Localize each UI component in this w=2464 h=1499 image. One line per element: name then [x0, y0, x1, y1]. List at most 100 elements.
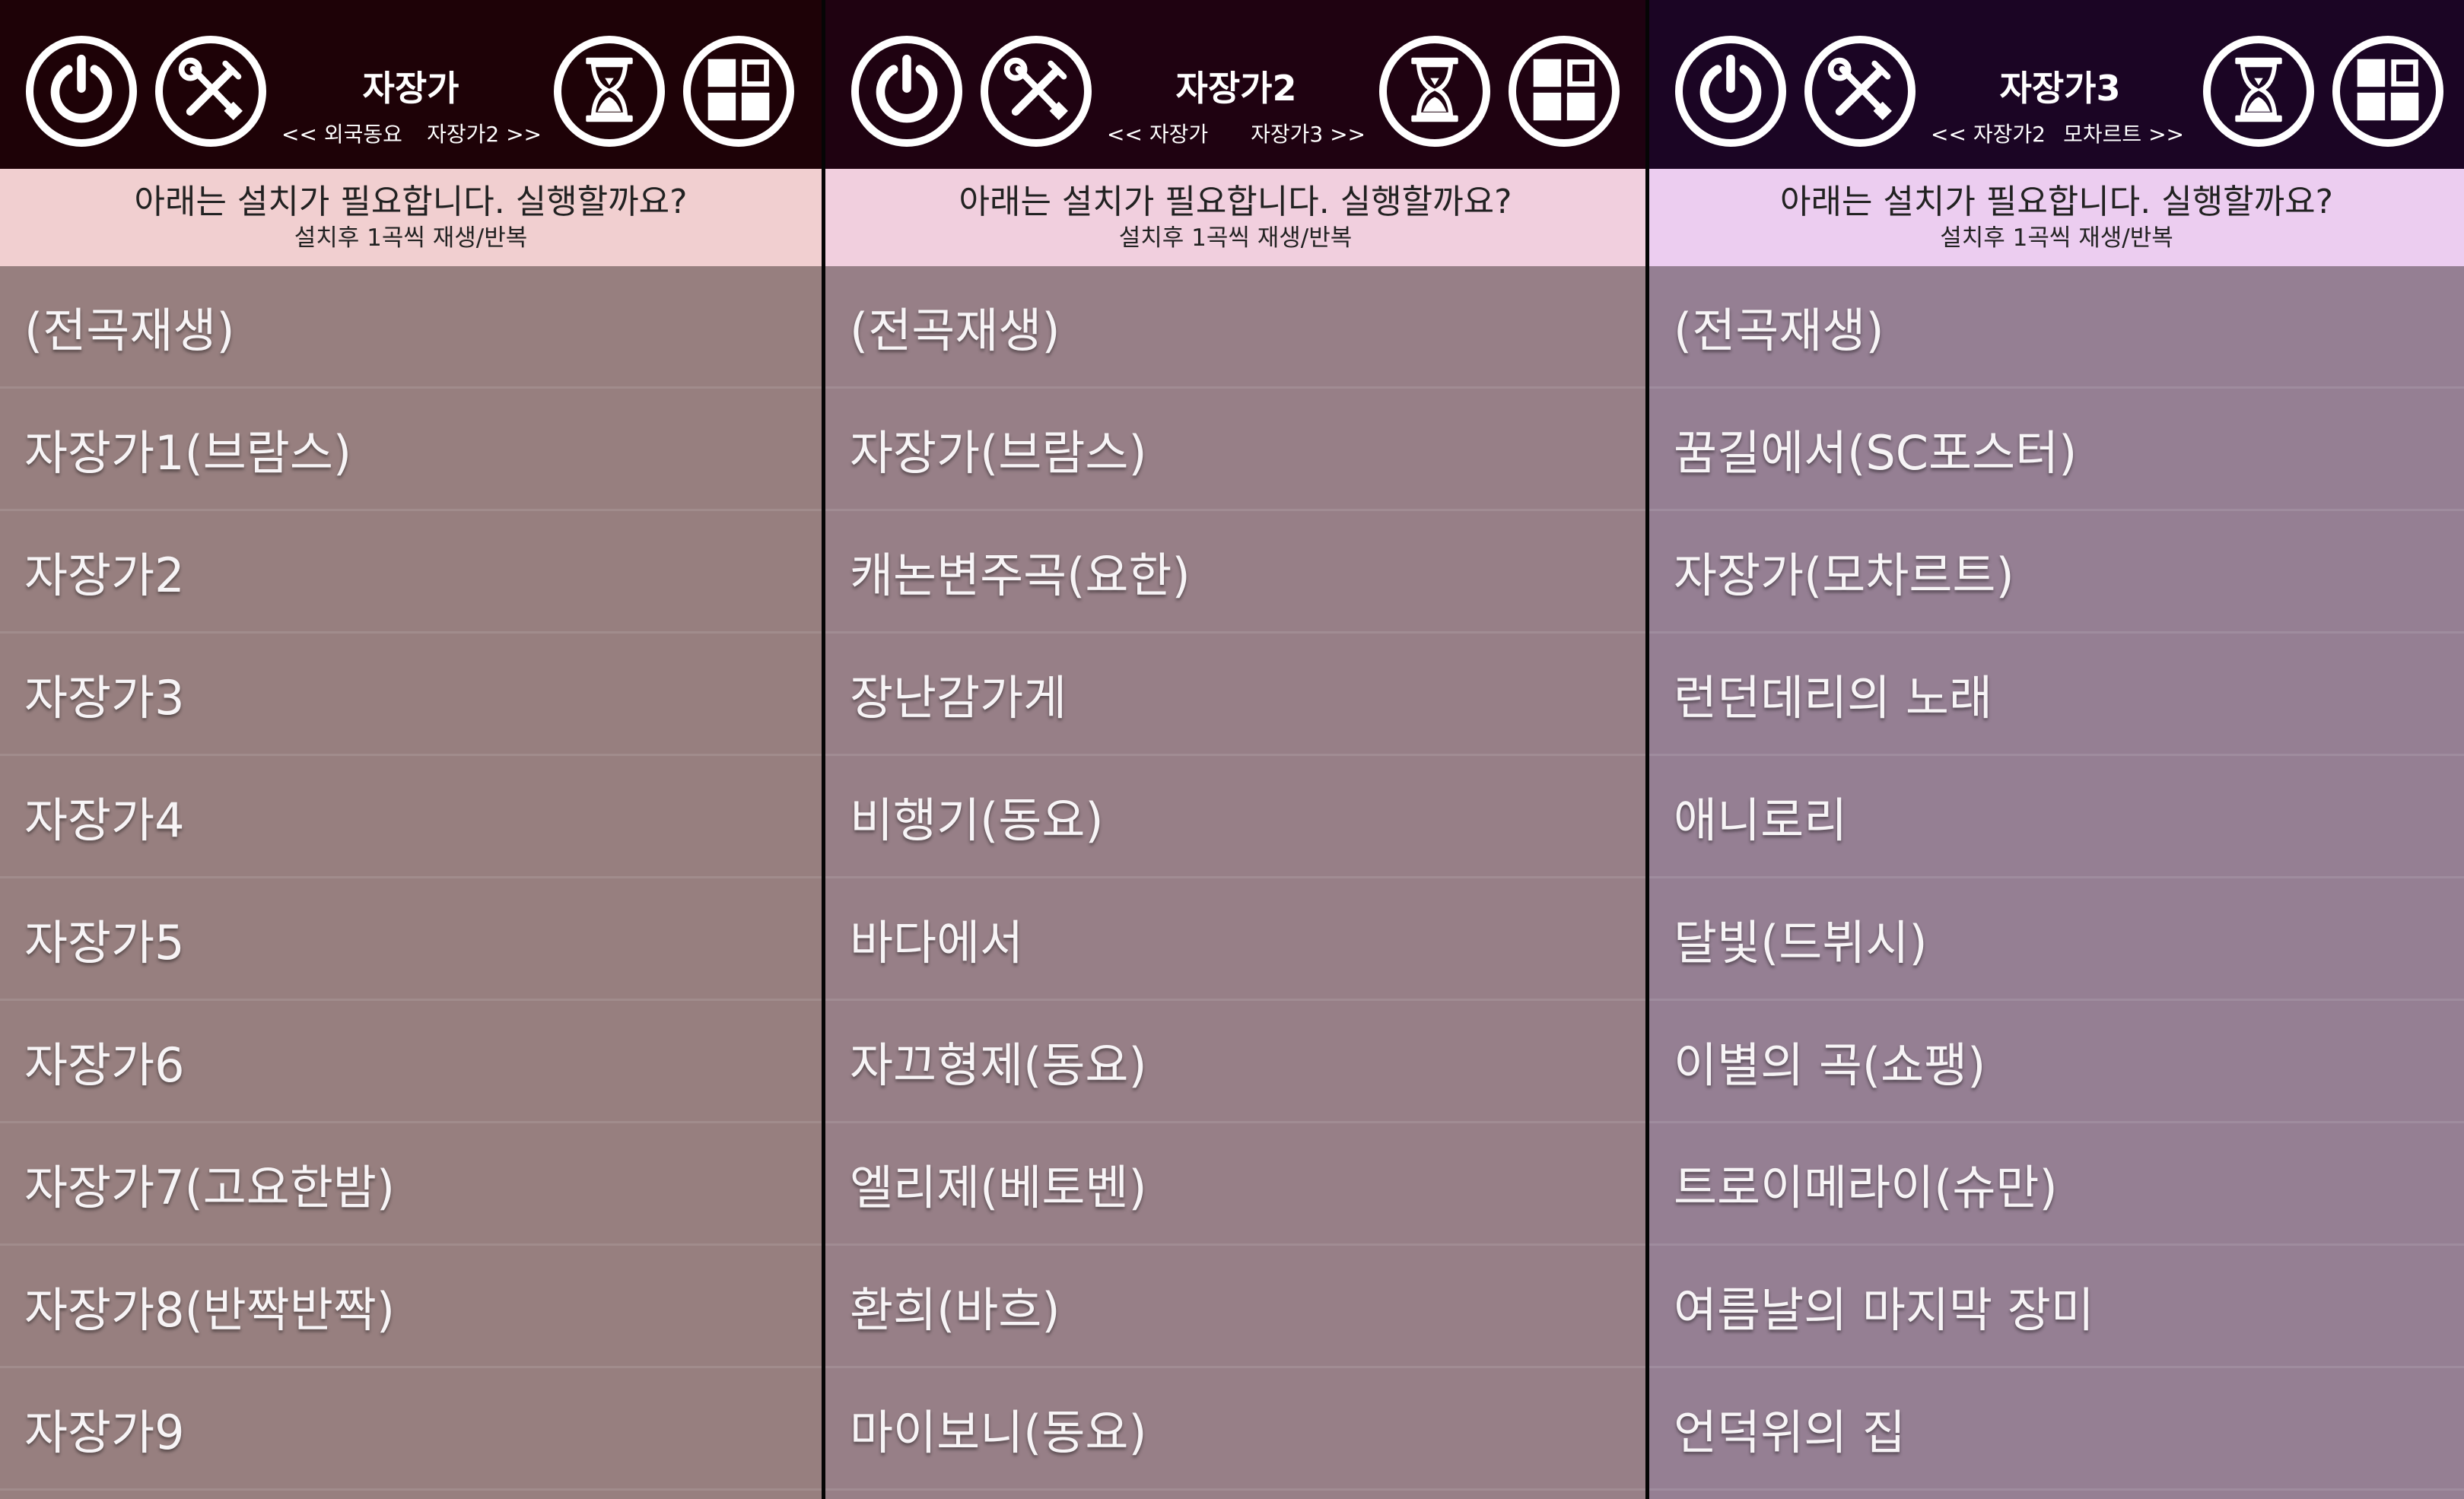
- page-title: 자장가: [362, 68, 459, 109]
- song-title: 언덕위의 집: [1674, 1405, 1906, 1460]
- tools-icon: [174, 53, 247, 129]
- song-list-item[interactable]: 자장가6: [0, 1001, 822, 1123]
- song-title: 엘리제(베토벤): [850, 1160, 1147, 1215]
- song-title: 자장가1(브람스): [24, 425, 352, 481]
- song-title: 트로이메라이(슈만): [1674, 1160, 2058, 1215]
- app-header: 자장가2 << 자장가 자장가3 >>: [825, 0, 1645, 169]
- sleep-timer-button[interactable]: [2203, 36, 2314, 147]
- song-list-item[interactable]: 자장가9: [0, 1368, 822, 1491]
- install-notice-text: 아래는 설치가 필요합니다. 실행할까요?: [1780, 183, 2333, 221]
- song-list-item[interactable]: 자장가4: [0, 756, 822, 878]
- install-notice-subtext: 설치후 1곡씩 재생/반복: [1940, 224, 2173, 252]
- song-list: (전곡재생) 자장가(브람스) 캐논변주곡(요한) 장난감가게비행기(동요) 바다에서자…: [825, 266, 1645, 1491]
- song-list-item[interactable]: 마이보니(동요): [825, 1368, 1645, 1491]
- song-list-item[interactable]: 바다에서: [825, 878, 1645, 1001]
- song-title: 자장가5: [24, 915, 185, 970]
- menu-grid-button[interactable]: [1509, 36, 1620, 147]
- song-list-item[interactable]: 트로이메라이(슈만): [1649, 1123, 2464, 1246]
- prev-page-link[interactable]: << 외국동요: [281, 122, 402, 148]
- settings-button[interactable]: [981, 36, 1092, 147]
- song-title: 꿈길에서(SC포스터): [1674, 425, 2078, 481]
- song-list-item[interactable]: 애니로리: [1649, 756, 2464, 878]
- grid-icon: [702, 53, 775, 129]
- song-title: 자장가2: [24, 548, 185, 603]
- power-icon: [1694, 53, 1767, 129]
- song-title: 자장가8(반짝반짝): [24, 1282, 396, 1338]
- screen-panel: 자장가2 << 자장가 자장가3 >> 아래는 설치가 필요합니다. 실행할까요? 설치…: [825, 0, 1645, 1499]
- install-notice-subtext: 설치후 1곡씩 재생/반복: [294, 224, 528, 252]
- app-header: 자장가3 << 자장가2 모차르트 >>: [1649, 0, 2464, 169]
- song-title: 바다에서: [850, 915, 1024, 970]
- prev-page-link[interactable]: << 자장가: [1107, 122, 1208, 148]
- song-title: 자장가6: [24, 1037, 185, 1093]
- song-list-item[interactable]: 달빛(드뷔시): [1649, 878, 2464, 1001]
- sleep-timer-button[interactable]: [1379, 36, 1490, 147]
- song-list-item[interactable]: 자장가2: [0, 511, 822, 634]
- tools-icon: [1000, 53, 1073, 129]
- song-title: 마이보니(동요): [850, 1405, 1147, 1460]
- song-list-item[interactable]: 장난감가게: [825, 634, 1645, 756]
- song-title: 애니로리: [1674, 792, 1848, 848]
- settings-button[interactable]: [155, 36, 266, 147]
- song-title: 자장가(브람스): [850, 425, 1147, 481]
- song-list-item[interactable]: 자장가7(고요한밤): [0, 1123, 822, 1246]
- song-list-item[interactable]: 꿈길에서(SC포스터): [1649, 389, 2464, 511]
- menu-grid-button[interactable]: [683, 36, 794, 147]
- song-list-item[interactable]: 여름날의 마지막 장미: [1649, 1246, 2464, 1368]
- menu-grid-button[interactable]: [2332, 36, 2443, 147]
- song-list-item[interactable]: 환희(바흐): [825, 1246, 1645, 1368]
- hourglass-icon: [573, 53, 646, 129]
- panel-divider: [1645, 0, 1649, 1499]
- song-list-item[interactable]: (전곡재생): [825, 266, 1645, 389]
- song-list-item[interactable]: 자장가1(브람스): [0, 389, 822, 511]
- song-list-item[interactable]: 비행기(동요): [825, 756, 1645, 878]
- song-list-item[interactable]: 언덕위의 집: [1649, 1368, 2464, 1491]
- install-notice-banner[interactable]: 아래는 설치가 필요합니다. 실행할까요? 설치후 1곡씩 재생/반복: [1649, 169, 2464, 266]
- song-list: (전곡재생) 꿈길에서(SC포스터) 자장가(모차르트) 런던데리의 노래애니로리달빛…: [1649, 266, 2464, 1491]
- song-title: 비행기(동요): [850, 792, 1104, 848]
- song-list-item[interactable]: 캐논변주곡(요한): [825, 511, 1645, 634]
- prev-page-link[interactable]: << 자장가2: [1931, 122, 2046, 148]
- song-list-item[interactable]: 자장가(브람스): [825, 389, 1645, 511]
- song-title: 이별의 곡(쇼팽): [1674, 1037, 1986, 1093]
- song-list: (전곡재생) 자장가1(브람스) 자장가2 자장가3 자장가4 자장가5 자장가6 자장가7(…: [0, 266, 822, 1491]
- power-icon: [870, 53, 943, 129]
- song-title: 자끄형제(동요): [850, 1037, 1147, 1093]
- song-list-item[interactable]: 자장가(모차르트): [1649, 511, 2464, 634]
- song-title: (전곡재생): [850, 303, 1060, 358]
- power-button[interactable]: [851, 36, 962, 147]
- song-list-item[interactable]: (전곡재생): [1649, 266, 2464, 389]
- install-notice-subtext: 설치후 1곡씩 재생/반복: [1118, 224, 1353, 252]
- song-title: 런던데리의 노래: [1674, 670, 1992, 726]
- next-page-link[interactable]: 자장가2 >>: [427, 122, 542, 148]
- song-list-item[interactable]: (전곡재생): [0, 266, 822, 389]
- song-title: (전곡재생): [1674, 303, 1884, 358]
- power-button[interactable]: [26, 36, 137, 147]
- song-list-item[interactable]: 엘리제(베토벤): [825, 1123, 1645, 1246]
- song-title: 자장가(모차르트): [1674, 548, 2014, 603]
- hourglass-icon: [2222, 53, 2295, 129]
- song-list-item[interactable]: 자장가3: [0, 634, 822, 756]
- install-notice-banner[interactable]: 아래는 설치가 필요합니다. 실행할까요? 설치후 1곡씩 재생/반복: [825, 169, 1645, 266]
- app-screens: 자장가 << 외국동요 자장가2 >> 아래는 설치가 필요합니다. 실행할까요? 설치…: [0, 0, 2464, 1499]
- grid-icon: [1528, 53, 1601, 129]
- install-notice-text: 아래는 설치가 필요합니다. 실행할까요?: [134, 183, 688, 221]
- install-notice-banner[interactable]: 아래는 설치가 필요합니다. 실행할까요? 설치후 1곡씩 재생/반복: [0, 169, 822, 266]
- settings-button[interactable]: [1804, 36, 1916, 147]
- song-title: 환희(바흐): [850, 1282, 1060, 1338]
- song-title: 자장가7(고요한밤): [24, 1160, 396, 1215]
- power-button[interactable]: [1675, 36, 1786, 147]
- page-title: 자장가2: [1175, 68, 1297, 109]
- sleep-timer-button[interactable]: [554, 36, 665, 147]
- tools-icon: [1823, 53, 1896, 129]
- song-list-item[interactable]: 자장가5: [0, 878, 822, 1001]
- screen-panel: 자장가3 << 자장가2 모차르트 >> 아래는 설치가 필요합니다. 실행할까요? 설…: [1649, 0, 2464, 1499]
- next-page-link[interactable]: 자장가3 >>: [1251, 122, 1366, 148]
- song-list-item[interactable]: 자장가8(반짝반짝): [0, 1246, 822, 1368]
- page-title: 자장가3: [1999, 68, 2121, 109]
- song-list-item[interactable]: 자끄형제(동요): [825, 1001, 1645, 1123]
- song-list-item[interactable]: 런던데리의 노래: [1649, 634, 2464, 756]
- song-list-item[interactable]: 이별의 곡(쇼팽): [1649, 1001, 2464, 1123]
- next-page-link[interactable]: 모차르트 >>: [2063, 122, 2184, 148]
- power-icon: [45, 53, 118, 129]
